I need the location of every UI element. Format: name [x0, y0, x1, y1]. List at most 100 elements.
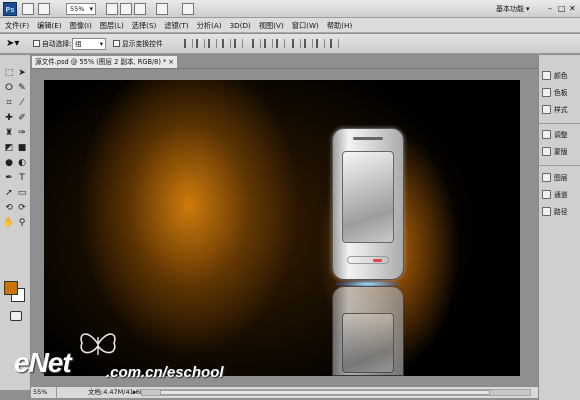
distribute-top-icon[interactable]: [252, 39, 261, 48]
brush-icon[interactable]: ✐: [16, 112, 28, 124]
menu-window[interactable]: 窗口(W): [292, 18, 319, 32]
panel-color[interactable]: 颜色: [542, 69, 580, 83]
butterfly-icon: [80, 333, 116, 355]
workspace-switcher[interactable]: 基本功能: [496, 3, 542, 15]
options-bar: ➤▾ 自动选择: 组 显示变换控件: [0, 34, 580, 54]
3d-rotate-icon[interactable]: ⟲: [3, 202, 15, 214]
tools-panel: ⬚ ➤ ⵔ ✎ ⌗ ⁄ ✚ ✐ ♜ ✑ ◩ ■ ● ◐ ✒ T ➚ ▭ ⟲ ⟳ …: [0, 55, 31, 390]
rotate-view-icon[interactable]: [134, 3, 146, 15]
blur-icon[interactable]: ●: [3, 157, 15, 169]
panel-dock: 颜色 色板 样式 调整 蒙版 图层 通道 路径: [538, 55, 580, 400]
panel-separator: [539, 123, 580, 127]
eraser-icon[interactable]: ◩: [3, 142, 15, 154]
menu-file[interactable]: 文件(F): [5, 18, 29, 32]
hand-tool-icon[interactable]: ✋: [3, 217, 15, 229]
phone-screen: [342, 151, 394, 243]
horizontal-scroll-thumb[interactable]: [160, 390, 490, 395]
quick-select-icon[interactable]: ✎: [16, 82, 28, 94]
horizontal-scrollbar[interactable]: [141, 389, 531, 396]
status-bar: 55% 文档:4.47M/41.6M ▸: [31, 386, 538, 398]
phone-speaker: [353, 137, 383, 140]
channels-icon: [542, 190, 551, 199]
zoom-tool-icon[interactable]: ⚲: [16, 217, 28, 229]
panel-adjustments[interactable]: 调整: [542, 128, 580, 142]
path-select-icon[interactable]: ➚: [3, 187, 15, 199]
mini-bridge-icon[interactable]: [38, 3, 50, 15]
hand-icon[interactable]: [106, 3, 118, 15]
menu-analysis[interactable]: 分析(A): [197, 18, 222, 32]
menu-edit[interactable]: 编辑(E): [37, 18, 62, 32]
auto-select-checkbox[interactable]: [33, 40, 40, 47]
phone-image: [332, 128, 404, 280]
close-button[interactable]: ✕: [569, 4, 576, 14]
panel-swatches[interactable]: 色板: [542, 86, 580, 100]
menu-filter[interactable]: 滤镜(T): [164, 18, 188, 32]
quick-mask-icon[interactable]: [10, 311, 22, 321]
panel-layers[interactable]: 图层: [542, 171, 580, 185]
distribute-hcenter-icon[interactable]: [304, 39, 313, 48]
zoom-level-select[interactable]: 55%: [66, 3, 96, 15]
crop-tool-icon[interactable]: ⌗: [3, 97, 15, 109]
document-tab[interactable]: 源文件.psd @ 55% (图层 2 副本, RGB/8) * ×: [31, 55, 178, 68]
align-hcenter-icon[interactable]: [234, 39, 243, 48]
align-left-icon[interactable]: [222, 39, 231, 48]
panel-separator: [539, 165, 580, 169]
color-icon: [542, 71, 551, 80]
auto-select-label: 自动选择:: [42, 40, 72, 48]
document-close-button[interactable]: ×: [168, 56, 174, 68]
healing-brush-icon[interactable]: ✚: [3, 112, 15, 124]
lasso-tool-icon[interactable]: ⵔ: [3, 82, 15, 94]
status-zoom[interactable]: 55%: [33, 387, 57, 398]
distribute-left-icon[interactable]: [292, 39, 301, 48]
panel-channels[interactable]: 通道: [542, 188, 580, 202]
foreground-color-swatch[interactable]: [4, 281, 18, 295]
styles-icon: [542, 105, 551, 114]
shape-icon[interactable]: ▭: [16, 187, 28, 199]
panel-styles[interactable]: 样式: [542, 103, 580, 117]
dodge-icon[interactable]: ◐: [16, 157, 28, 169]
gradient-icon[interactable]: ■: [16, 142, 28, 154]
panel-masks[interactable]: 蒙版: [542, 145, 580, 159]
history-brush-icon[interactable]: ✑: [16, 127, 28, 139]
application-bar: Ps 55% 基本功能 – □ ✕: [0, 0, 580, 18]
zoom-icon[interactable]: [120, 3, 132, 15]
marquee-tool-icon[interactable]: ⬚: [3, 67, 15, 79]
paths-icon: [542, 207, 551, 216]
align-top-icon[interactable]: [184, 39, 193, 48]
menu-layer[interactable]: 图层(L): [100, 18, 124, 32]
type-icon[interactable]: T: [16, 172, 28, 184]
menu-select[interactable]: 选择(S): [132, 18, 157, 32]
watermark-brand: eNet: [14, 347, 72, 378]
arrange-documents-icon[interactable]: [156, 3, 168, 15]
auto-select-target-select[interactable]: 组: [72, 38, 106, 50]
distribute-right-icon[interactable]: [316, 39, 325, 48]
align-bottom-icon[interactable]: [208, 39, 217, 48]
align-vcenter-icon[interactable]: [196, 39, 205, 48]
menu-3d[interactable]: 3D(D): [230, 18, 251, 32]
move-tool-icon[interactable]: ➤: [16, 67, 28, 79]
3d-orbit-icon[interactable]: ⟳: [16, 202, 28, 214]
bridge-icon[interactable]: [22, 3, 34, 15]
menu-help[interactable]: 帮助(H): [327, 18, 352, 32]
move-tool-preset-icon[interactable]: ➤▾: [6, 38, 24, 50]
screen-mode-icon[interactable]: [182, 3, 194, 15]
phone-reflection-screen: [342, 313, 394, 373]
phone-reflection: [332, 286, 404, 376]
minimize-button[interactable]: –: [548, 4, 552, 14]
clone-stamp-icon[interactable]: ♜: [3, 127, 15, 139]
show-transform-checkbox[interactable]: [113, 40, 120, 47]
masks-icon: [542, 147, 551, 156]
panel-paths[interactable]: 路径: [542, 205, 580, 219]
distribute-bottom-icon[interactable]: [276, 39, 285, 48]
pen-icon[interactable]: ✒: [3, 172, 15, 184]
distribute-vcenter-icon[interactable]: [264, 39, 273, 48]
status-menu-arrow-icon[interactable]: ▸: [133, 387, 137, 398]
phone-keys: [347, 256, 389, 264]
ps-logo: Ps: [3, 2, 17, 16]
auto-align-icon[interactable]: [330, 39, 339, 48]
eyedropper-icon[interactable]: ⁄: [16, 97, 28, 109]
menu-view[interactable]: 视图(V): [259, 18, 284, 32]
menu-image[interactable]: 图像(I): [70, 18, 92, 32]
maximize-button[interactable]: □: [558, 4, 566, 14]
swatches-icon: [542, 88, 551, 97]
